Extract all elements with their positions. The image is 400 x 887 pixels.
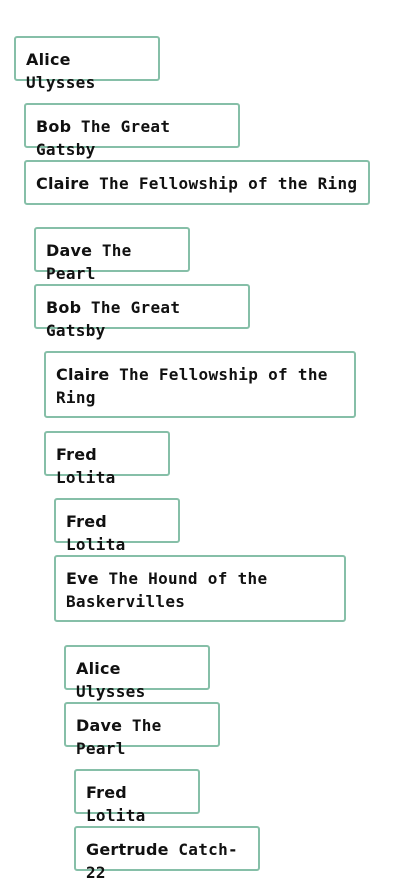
list-item[interactable]: Dave The Pearl (34, 227, 190, 283)
reader-name: Dave (46, 241, 93, 260)
reader-name: Bob (46, 298, 82, 317)
list-item[interactable]: Eve The Hound of the Baskervilles (54, 555, 346, 622)
reader-name: Fred (56, 445, 97, 464)
list-item[interactable]: Fred Lolita (74, 769, 200, 825)
list-item[interactable]: Gertrude Catch-22 (74, 826, 260, 882)
reader-name: Fred (66, 512, 107, 531)
book-title: Ulysses (26, 73, 96, 92)
list-item[interactable]: Fred Lolita (44, 431, 170, 487)
list-item[interactable]: Claire The Fellowship of the Ring (24, 160, 370, 205)
list-item[interactable]: Fred Lolita (54, 498, 180, 554)
reader-name: Bob (36, 117, 72, 136)
reader-name: Dave (76, 716, 123, 735)
book-title: The Fellowship of the Ring (99, 174, 358, 193)
reader-name: Eve (66, 569, 99, 588)
book-title: Lolita (86, 806, 146, 825)
list-item[interactable]: Bob The Great Gatsby (34, 284, 250, 340)
book-title: Lolita (56, 468, 116, 487)
list-item[interactable]: Alice Ulysses (14, 36, 160, 92)
book-title: Ulysses (76, 682, 146, 701)
list-item[interactable]: Alice Ulysses (64, 645, 210, 701)
list-item[interactable]: Claire The Fellowship of the Ring (44, 351, 356, 418)
list-item[interactable]: Dave The Pearl (64, 702, 220, 758)
reader-name: Fred (86, 783, 127, 802)
reader-name: Alice (26, 50, 71, 69)
reader-name: Claire (36, 174, 90, 193)
book-title: Lolita (66, 535, 126, 554)
reader-name: Gertrude (86, 840, 169, 859)
reader-name: Alice (76, 659, 121, 678)
list-item[interactable]: Bob The Great Gatsby (24, 103, 240, 159)
reader-name: Claire (56, 365, 110, 384)
